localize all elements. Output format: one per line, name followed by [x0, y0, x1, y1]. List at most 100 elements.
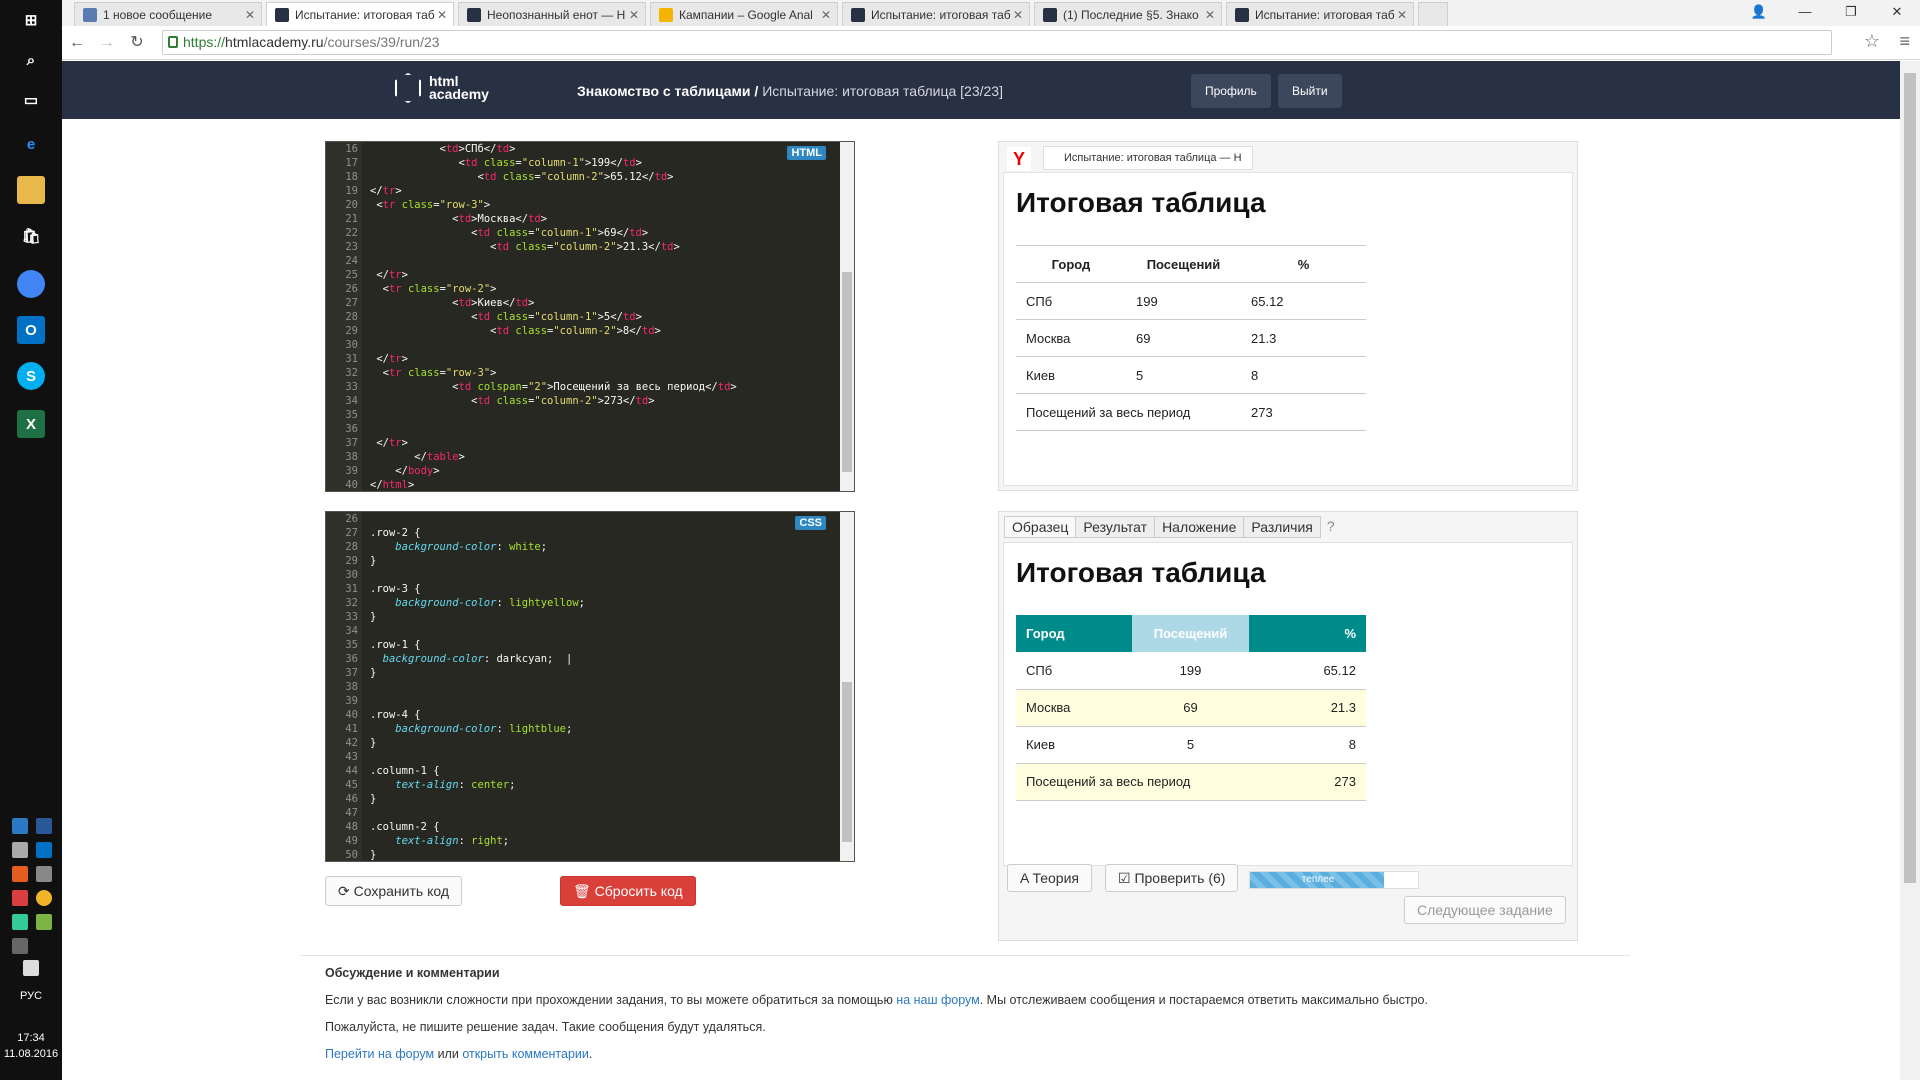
breadcrumb-course[interactable]: Знакомство с таблицами	[577, 83, 751, 99]
line-number: 32	[345, 367, 358, 379]
table-row: Москва 69 21.3	[1016, 689, 1366, 727]
tab-diff[interactable]: Различия	[1243, 516, 1321, 538]
tray-app-icon[interactable]	[12, 866, 28, 882]
tab-title: Испытание: итоговая таб	[871, 8, 1011, 22]
tray-app2-icon[interactable]	[12, 890, 28, 906]
forum-link-inline[interactable]: на наш форум	[896, 993, 979, 1007]
table-header-row: Город Посещений %	[1016, 615, 1366, 652]
browser-tab[interactable]: Испытание: итоговая таб ✕	[1226, 2, 1414, 26]
line-number: 38	[345, 681, 358, 693]
page-scrollbar[interactable]	[1900, 61, 1920, 1080]
check-label: Проверить (6)	[1134, 870, 1226, 886]
close-icon[interactable]: ✕	[437, 3, 447, 26]
chrome-icon[interactable]	[17, 270, 45, 298]
line-number: 35	[345, 409, 358, 421]
page-scrollbar-thumb[interactable]	[1904, 73, 1916, 883]
line-number: 29	[345, 325, 358, 337]
tab-result[interactable]: Результат	[1075, 516, 1156, 538]
bookmark-star-icon[interactable]: ☆	[1864, 31, 1880, 52]
excel-icon[interactable]: X	[17, 410, 45, 438]
css-editor[interactable]: 26 27 28 29 30 31 32 33 34 35 36 37 38 39 40 41 42 43 44 45…	[325, 511, 855, 862]
url-host: htmlacademy.ru	[225, 34, 324, 50]
tray-dropbox-icon[interactable]	[12, 914, 28, 930]
browser-tab[interactable]: (1) Последние §5. Знако ✕	[1034, 2, 1222, 26]
line-number: 18	[345, 171, 358, 183]
table-row: Киев 5 8	[1016, 356, 1366, 394]
save-code-button[interactable]: ⟳ Сохранить код	[325, 876, 463, 906]
logo-text: html academy	[429, 74, 489, 101]
table-cell: 65.12	[1241, 282, 1366, 320]
browser-tab-active[interactable]: Испытание: итоговая таб ✕	[266, 2, 454, 26]
logout-button[interactable]: Выйти	[1278, 74, 1342, 108]
tray-app3-icon[interactable]	[36, 914, 52, 930]
html-code[interactable]: <td>СПб</td> <td class="column-1">199</t…	[370, 142, 737, 491]
check-button[interactable]: ☑ Проверить (6)	[1105, 864, 1239, 892]
browser-tab[interactable]: 1 новое сообщение ✕	[74, 2, 262, 26]
tray-cloud-icon[interactable]	[12, 842, 28, 858]
user-icon[interactable]: 👤	[1736, 0, 1782, 26]
windows-start-icon[interactable]: ⊞	[17, 6, 45, 34]
site-logo[interactable]: html academy	[395, 73, 489, 103]
close-icon[interactable]: ✕	[1205, 3, 1215, 26]
maximize-icon[interactable]: ❐	[1828, 0, 1874, 26]
skype-icon[interactable]: S	[17, 362, 45, 390]
css-editor-scrollbar[interactable]	[840, 512, 854, 861]
tray-outlook-icon[interactable]	[36, 842, 52, 858]
browser-tab[interactable]: Неопознанный енот — H ✕	[458, 2, 646, 26]
html-editor[interactable]: 16 17 18 19 20 21 22 23 24 25 26 27 28 29 30 31 32 33 34 35…	[325, 141, 855, 492]
tray-language[interactable]: РУС	[0, 990, 62, 1002]
close-icon[interactable]: ✕	[1013, 3, 1023, 26]
browser-tab[interactable]: Кампании – Google Anal ✕	[650, 2, 838, 26]
tab-overlay[interactable]: Наложение	[1154, 516, 1245, 538]
close-icon[interactable]: ✕	[245, 3, 255, 26]
table-cell: 8	[1249, 726, 1366, 764]
tab-sample[interactable]: Образец	[1004, 516, 1077, 538]
tray-display-icon[interactable]	[12, 938, 28, 954]
line-number: 31	[345, 583, 358, 595]
line-number: 34	[345, 395, 358, 407]
search-icon[interactable]: ⌕	[17, 46, 45, 74]
table-header-row: Город Посещений %	[1016, 245, 1366, 283]
result-browser-tab: Испытание: итоговая таблица — Н	[1043, 146, 1253, 170]
outlook-icon[interactable]: O	[17, 316, 45, 344]
next-task-button[interactable]: Следующее задание	[1404, 896, 1566, 924]
line-number: 40	[345, 479, 358, 491]
minimize-icon[interactable]: —	[1782, 0, 1828, 26]
url-input[interactable]: https://htmlacademy.ru/courses/39/run/23	[162, 30, 1832, 55]
close-window-icon[interactable]: ✕	[1874, 0, 1920, 26]
new-tab-button[interactable]	[1418, 2, 1448, 26]
line-number: 48	[345, 821, 358, 833]
notification-icon[interactable]	[23, 960, 39, 976]
close-icon[interactable]: ✕	[629, 3, 639, 26]
tray-time: 17:34	[17, 1032, 45, 1044]
css-code[interactable]: .row-2 { background-color: white; } .row…	[370, 512, 585, 861]
close-icon[interactable]: ✕	[821, 3, 831, 26]
sample-table: Город Посещений % СПб 199 65.12 Москва 6…	[1016, 615, 1366, 801]
menu-icon[interactable]: ≡	[1899, 31, 1910, 52]
store-icon[interactable]: 🛍	[17, 222, 45, 250]
tray-chrome-icon[interactable]	[36, 890, 52, 906]
close-icon[interactable]: ✕	[1397, 3, 1407, 26]
go-to-forum-link[interactable]: Перейти на форум	[325, 1047, 434, 1061]
file-explorer-icon[interactable]	[17, 176, 45, 204]
line-number: 27	[345, 527, 358, 539]
reload-icon[interactable]: ↻	[126, 32, 148, 54]
edge-icon[interactable]: e	[17, 130, 45, 158]
open-comments-link[interactable]: открыть комментарии	[462, 1047, 589, 1061]
tray-word-icon[interactable]	[36, 818, 52, 834]
reset-code-button[interactable]: 🗑 Сбросить код	[560, 876, 696, 906]
task-view-icon[interactable]: ▭	[17, 86, 45, 114]
forward-icon[interactable]: →	[96, 32, 118, 54]
theory-button[interactable]: A Теория	[1007, 864, 1092, 892]
table-header-cell: Город	[1016, 245, 1126, 283]
tray-clock[interactable]: 17:34 11.08.2016	[0, 1030, 62, 1062]
line-number: 31	[345, 353, 358, 365]
browser-tab[interactable]: Испытание: итоговая таб ✕	[842, 2, 1030, 26]
line-number: 32	[345, 597, 358, 609]
profile-button[interactable]: Профиль	[1191, 74, 1271, 108]
tray-network-icon[interactable]	[12, 818, 28, 834]
back-icon[interactable]: ←	[66, 32, 88, 54]
help-icon[interactable]: ?	[1320, 516, 1342, 538]
tray-tool-icon[interactable]	[36, 866, 52, 882]
html-editor-scrollbar[interactable]	[840, 142, 854, 491]
